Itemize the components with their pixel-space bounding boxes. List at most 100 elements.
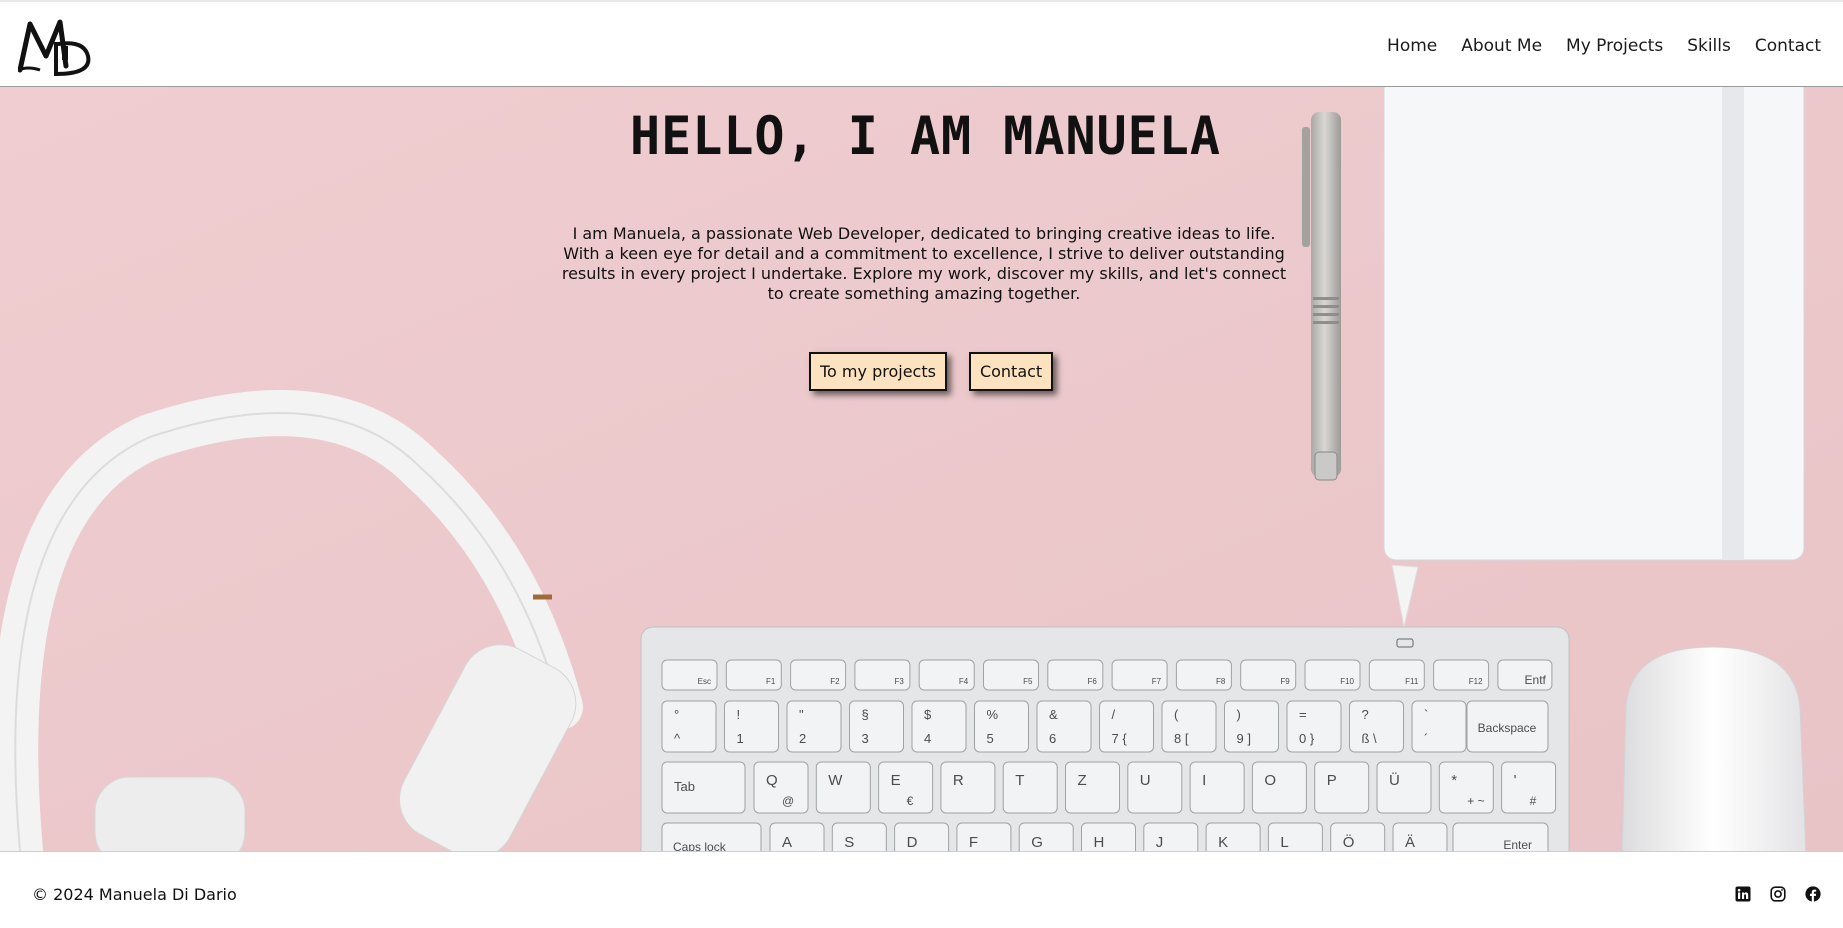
keyboard-key-label: 5 [987,731,994,746]
keyboard-key [786,700,842,753]
hero-intro: I am Manuela, a passionate Web Developer… [561,224,1287,303]
social-links [1735,886,1821,902]
keyboard-key-label: Entf [1525,673,1547,687]
mouse-graphic [1621,646,1807,851]
notebook-graphic [1383,87,1805,628]
md-logo[interactable] [18,16,94,76]
keyboard-key-label: U [1140,772,1151,789]
keyboard-key-label: F11 [1405,677,1419,686]
keyboard-key-label: ? [1362,707,1369,722]
nav-skills[interactable]: Skills [1675,35,1743,57]
keyboard-key-label: ( [1174,707,1179,722]
to-my-projects-button[interactable]: To my projects [809,352,947,391]
keyboard-key-label: A [782,834,792,851]
keyboard-key-label: 2 [799,731,806,746]
keyboard-key [878,761,934,814]
nav-my-projects[interactable]: My Projects [1554,35,1675,57]
keyboard-key-label: Q [766,772,778,789]
keyboard-key [831,822,887,851]
nav-contact[interactable]: Contact [1743,35,1833,57]
facebook-icon[interactable] [1805,886,1821,902]
keyboard-key-label: F12 [1469,677,1483,686]
keyboard-key-label: Tab [674,779,695,794]
keyboard-key [1002,761,1058,814]
keyboard-key-label: " [799,707,804,722]
keyboard-key-label: F7 [1152,677,1162,686]
keyboard-key [1127,761,1183,814]
keyboard-key [974,700,1029,753]
keyboard-key-label: S [844,834,854,851]
nav-about-me[interactable]: About Me [1449,35,1554,57]
keyboard-key-label: 8 [ [1174,731,1189,746]
keyboard-key [1314,761,1370,814]
keyboard-key-label: % [987,707,999,722]
keyboard-key [1161,700,1217,753]
keyboard-key-label: F10 [1340,677,1354,686]
keyboard-key [815,761,871,814]
keyboard-key-label: Ö [1343,833,1355,851]
keyboard-key-label: # [1530,794,1537,808]
keyboard-key [1081,822,1136,851]
keyboard-key [1065,761,1120,814]
instagram-icon[interactable] [1770,886,1786,902]
linkedin-icon[interactable] [1735,886,1751,902]
keyboard-key-label: § [862,707,869,722]
keyboard-key-label: ` [1424,707,1428,722]
keyboard-key-label: F2 [830,677,840,686]
keyboard-key [1376,761,1432,814]
hero-section: Esc F1 F2 F3 F4 F5 F6 F7 F8 F9 F10 F11 F12 Entf ° ^! 1 " 2… [0,87,1843,851]
keyboard-key [1036,700,1092,753]
keyboard-key-label: Backspace [1478,721,1537,735]
keyboard-key [1143,822,1199,851]
keyboard-key-label: Caps lock [673,840,727,851]
keyboard-key-label: Ä [1405,834,1415,851]
keyboard-key-label: Z [1078,772,1087,789]
keyboard-key-label: F1 [766,677,776,686]
keyboard-key [1018,822,1074,851]
hero-title: HELLO, I AM MANUELA [630,105,1221,167]
keyboard-key-label: $ [924,707,932,722]
keyboard-key-label: * [1451,772,1457,789]
keyboard-key-label: 3 [862,731,869,746]
keyboard-key-label: F5 [1023,677,1033,686]
keyboard-key-label: & [1049,707,1058,722]
keyboard-key-label: Enter [1503,838,1532,851]
keyboard-key-label: 4 [924,731,931,746]
keyboard-key-label: Esc [698,677,711,686]
keyboard-key-label: R [953,772,964,789]
keyboard-key [1205,822,1261,851]
site-header: Home About Me My Projects Skills Contact [0,0,1843,87]
keyboard-key-label: F [969,834,978,851]
keyboard-key-label: ) [1237,707,1241,722]
keyboard-key [1189,761,1245,814]
keyboard-key-label: G [1031,834,1043,851]
keyboard-key-label: + ~ [1467,794,1484,808]
keyboard-key [1411,700,1467,753]
keyboard-key-label: T [1015,772,1024,789]
keyboard-key [1438,761,1494,814]
keyboard-key-label: @ [782,794,794,808]
keyboard-key-label: 6 [1049,731,1056,746]
keyboard-key-label: ° [674,707,679,722]
keyboard-key-label: 0 } [1299,731,1315,746]
keyboard-key-label: 9 ] [1237,731,1251,746]
keyboard-key-label: Ü [1389,771,1400,789]
contact-button[interactable]: Contact [968,352,1054,391]
keyboard-key-label: F9 [1280,677,1290,686]
keyboard-key-label: 7 { [1112,731,1128,746]
keyboard-key [1330,822,1386,851]
keyboard-key-label: ! [737,707,741,722]
keyboard-key [753,761,809,814]
keyboard-key-label: 1 [737,731,744,746]
keyboard-key [894,822,950,851]
nav-home[interactable]: Home [1375,35,1449,57]
hero-button-row: To my projects Contact [809,352,1054,391]
keyboard-key-label: I [1202,772,1206,789]
keyboard-key [911,700,967,753]
keyboard-key-label: F6 [1087,677,1097,686]
site-footer: © 2024 Manuela Di Dario [0,851,1843,928]
keyboard-key-label: ß \ [1362,731,1378,746]
keyboard-key-label: E [891,772,901,789]
keyboard-key [940,761,996,814]
keyboard-key [849,700,904,753]
